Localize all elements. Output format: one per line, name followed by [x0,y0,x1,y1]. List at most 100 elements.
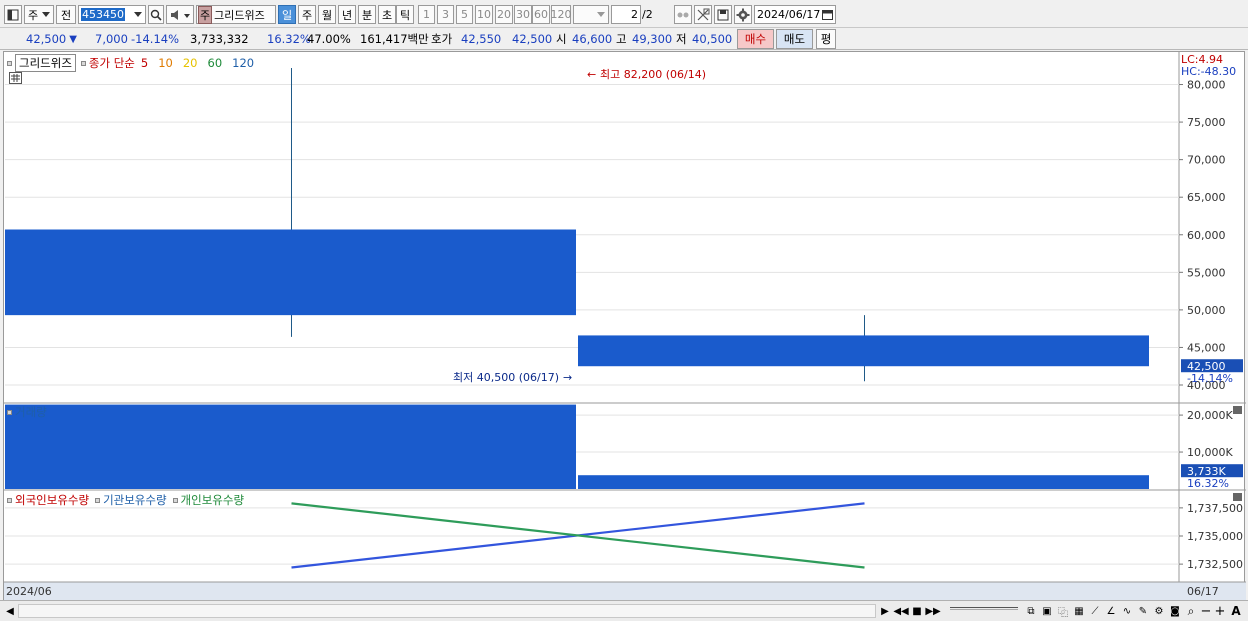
interval-60[interactable]: 60 [532,5,550,24]
holding-tick-label: 1,732,500 [1187,558,1243,571]
volume-tick-label: 10,000K [1187,446,1233,459]
zoom-icon[interactable]: ⌕ [1184,603,1198,619]
search-button[interactable] [148,5,164,24]
table-toggle-button[interactable] [9,72,22,84]
camera-icon[interactable]: ◙ [1168,603,1182,619]
high-label: 고 [616,32,627,46]
save-button[interactable] [714,5,732,24]
stop-icon[interactable]: ■ [910,603,924,619]
price-tick-label: 55,000 [1187,266,1226,279]
foreign-holding-label[interactable]: 외국인보유수량 [15,492,89,508]
zoom-slider[interactable] [950,607,1018,610]
chevron-down-icon [42,12,50,17]
hc-label: HC:-48.30 [1181,65,1237,78]
crosshair-button[interactable] [694,5,712,24]
legend-marker-icon [7,409,12,415]
ma-label[interactable]: 종가 단순 [89,55,135,71]
stock-code-input[interactable]: 453450 [78,5,146,24]
chart-canvas[interactable]: 80,000 75,000 70,000 65,000 60,000 55,000 50,0… [4,52,1246,601]
price-tick-label: 80,000 [1187,79,1226,92]
stock-name: 그리드위즈 [214,8,265,22]
speaker-icon [171,9,190,20]
draw-icon[interactable]: ✎ [1136,603,1150,619]
ma-60-label: 60 [207,56,223,70]
x-axis-right-label: 06/17 [1187,585,1219,598]
scroll-left-button[interactable]: ◀ [3,603,17,619]
ratio-value: 47.00% [307,32,351,46]
copy-icon[interactable]: ⿻ [1056,603,1070,619]
date-input[interactable]: 2024/06/17 [754,5,836,24]
stock-name-field[interactable]: 주 그리드위즈 [196,5,276,24]
market-select[interactable]: 주 [24,5,54,24]
buy-button[interactable]: 매수 [737,29,774,49]
period-minute[interactable]: 분 [358,5,376,24]
period-week[interactable]: 주 [298,5,316,24]
trendline-icon[interactable]: ⟋ [1088,603,1102,619]
legend-marker-icon [95,497,101,503]
chart-area[interactable]: 80,000 75,000 70,000 65,000 60,000 55,000 50,0… [3,51,1246,601]
window-menu-icon[interactable] [4,5,22,24]
interval-3[interactable]: 3 [437,5,454,24]
inst-holding-label[interactable]: 기관보유수량 [103,492,166,508]
tool-icon[interactable]: ⚙ [1152,603,1166,619]
ask-price: 42,550 [461,32,502,46]
volume-panel-close-icon[interactable] [1233,406,1242,414]
interval-20[interactable]: 20 [495,5,513,24]
low-price: 40,500 [692,32,733,46]
stock-name-legend[interactable]: 그리드위즈 [15,54,76,72]
low-note: 최저 40,500 (06/17) [453,371,559,384]
period-day[interactable]: 일 [278,5,296,24]
interval-custom-select[interactable] [573,5,609,24]
page-input[interactable]: 2 [611,5,641,24]
volume-legend-label[interactable]: 거래량 [15,404,47,420]
interval-1[interactable]: 1 [418,5,435,24]
save-icon [717,9,729,20]
volume-value: 3,733,332 [190,32,249,46]
settings-button[interactable] [734,5,752,24]
holding-tick-label: 1,735,000 [1187,530,1243,543]
holding-panel-close-icon[interactable] [1233,493,1242,501]
period-tick[interactable]: 틱 [396,5,414,24]
fast-forward-icon[interactable]: ▶▶ [925,603,940,619]
legend-marker-icon [80,60,86,66]
search-icon [150,9,162,21]
wave-icon[interactable]: ∿ [1120,603,1134,619]
angle-icon[interactable]: ∠ [1104,603,1118,619]
current-price-pct: -14.14% [1187,372,1233,385]
gear-icon [736,8,750,21]
ma-5-label: 5 [140,56,149,70]
scroll-right-button[interactable]: ▶ [878,603,892,619]
plus-icon[interactable]: + [1214,603,1226,619]
price-tick-label: 50,000 [1187,304,1226,317]
period-month[interactable]: 월 [318,5,336,24]
sound-button[interactable] [166,5,194,24]
indiv-holding-label[interactable]: 개인보유수량 [181,492,244,508]
interval-120[interactable]: 120 [551,5,572,24]
prev-button[interactable]: 전 [56,5,76,24]
window-icon[interactable]: ▣ [1040,603,1054,619]
date-value: 2024/06/17 [757,8,821,21]
interval-5[interactable]: 5 [456,5,473,24]
volume-bar [578,475,1149,489]
layout-icon[interactable]: ⧉ [1024,603,1038,619]
page-total: /2 [642,8,653,21]
font-size-icon[interactable]: A [1229,603,1243,619]
minus-icon[interactable]: − [1200,603,1212,619]
sell-button[interactable]: 매도 [776,29,813,49]
bid-price: 42,500 [512,32,553,46]
interval-10[interactable]: 10 [475,5,493,24]
period-year[interactable]: 년 [338,5,356,24]
grid-icon [11,74,20,82]
chevron-down-icon[interactable] [134,12,142,17]
stock-code-value: 453450 [81,8,125,21]
link-button[interactable] [674,5,692,24]
calendar-icon[interactable] [822,9,833,20]
rewind-icon[interactable]: ◀◀ [893,603,908,619]
trade-amount: 161,417백만 [360,32,429,46]
avg-button[interactable]: 평 [816,29,836,49]
scroll-track[interactable] [18,604,876,618]
grid-toggle-icon[interactable]: ▦ [1072,603,1086,619]
interval-30[interactable]: 30 [514,5,532,24]
main-toolbar: 주 전 453450 주 그리드위즈 일 주 월 년 분 초 틱 1 3 5 1… [0,0,1248,28]
period-second[interactable]: 초 [378,5,396,24]
